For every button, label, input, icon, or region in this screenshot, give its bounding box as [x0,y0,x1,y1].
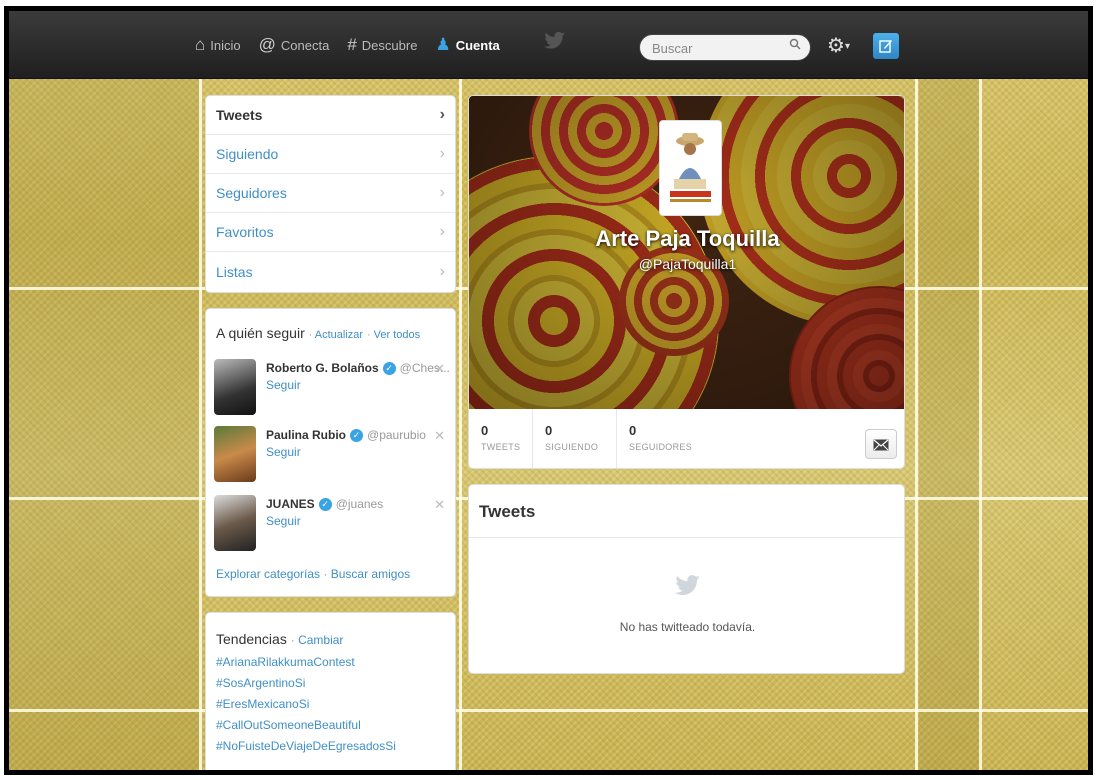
trends-header: Tendencias · Cambiar [216,631,344,647]
menu-item-label: Siguiendo [216,146,279,162]
user-icon: ♟ [435,35,451,54]
menu-item-label: Favoritos [216,224,274,240]
profile-banner-image: Arte Paja Toquilla @PajaToquilla1 [469,96,904,409]
home-icon: ⌂ [195,35,206,54]
who-to-follow-footer: Explorar categorías · Buscar amigos [216,567,411,581]
stat-value: 0 [545,423,553,438]
profile-handle: @PajaToquilla1 [638,256,737,272]
find-friends-link[interactable]: Buscar amigos [331,567,410,581]
trend-item[interactable]: #EresMexicanoSi [206,695,455,716]
suggestion-item: Paulina Rubio ✓ @paurubio Seguir ✕ [214,426,449,486]
change-trends-link[interactable]: Cambiar [298,633,343,647]
menu-item-siguiendo[interactable]: Siguiendo › [206,135,455,174]
verified-icon: ✓ [318,498,332,512]
chevron-right-icon: › [439,184,445,201]
menu-item-tweets[interactable]: Tweets › [206,96,455,135]
twitter-bird-icon [469,573,906,604]
profile-stats: 0 TWEETS 0 SIGUIENDO 0 SEGUIDORES [469,409,904,468]
chevron-right-icon: › [439,145,445,162]
tweets-timeline: Tweets No has twitteado todavía. [468,484,905,674]
trends-title: Tendencias [216,631,287,647]
nav-label: Conecta [280,37,330,53]
suggestion-handle: @paurubio [367,428,426,442]
who-to-follow-module: A quién seguir · Actualizar · Ver todos … [205,308,456,597]
dismiss-icon[interactable]: ✕ [434,428,445,444]
suggestion-item: JUANES ✓ @juanes Seguir ✕ [214,495,449,555]
profile-header-card: Arte Paja Toquilla @PajaToquilla1 0 TWEE… [468,95,905,469]
profile-name: Arte Paja Toquilla [595,226,780,251]
dismiss-icon[interactable]: ✕ [434,497,445,513]
nav-label: Cuenta [455,37,500,53]
menu-item-favoritos[interactable]: Favoritos › [206,213,455,252]
avatar[interactable] [214,359,256,415]
follow-button[interactable]: Seguir [266,514,301,528]
stat-label: TWEETS [481,442,521,452]
trend-item[interactable]: #SosArgentinoSi [206,674,455,695]
nav-cuenta[interactable]: ♟ Cuenta [435,35,499,55]
verified-icon: ✓ [350,429,364,443]
trends-module: Tendencias · Cambiar #ArianaRilakkumaCon… [205,612,456,770]
compose-tweet-button[interactable] [873,33,899,59]
profile-menu: Tweets › Siguiendo › Seguidores › Favori… [205,95,456,293]
screenshot-frame: ⌂ Inicio @ Conecta # Descubre ♟ Cuenta B… [4,6,1093,775]
avatar[interactable] [214,495,256,551]
profile-avatar[interactable] [659,120,722,216]
direct-message-button[interactable] [865,429,897,459]
nav-label: Descubre [361,37,418,53]
stat-label: SIGUIENDO [545,442,599,452]
trend-item[interactable]: #NoFuisteDeViajeDeEgresadosSi [206,737,455,758]
verified-icon: ✓ [382,362,396,376]
nav-descubre[interactable]: # Descubre [347,35,417,55]
stat-followers[interactable]: 0 SEGUIDORES [629,423,692,452]
suggestion-item: Roberto G. Bolaños ✓ @Ches... Seguir ✕ [214,359,450,419]
gear-icon[interactable]: ⚙▾ [827,33,850,58]
stat-value: 0 [629,423,637,438]
search-icon[interactable] [789,38,801,53]
stat-following[interactable]: 0 SIGUIENDO [545,423,598,452]
avatar[interactable] [214,426,256,482]
menu-item-seguidores[interactable]: Seguidores › [206,174,455,213]
search-input[interactable]: Buscar [639,34,811,61]
at-icon: @ [258,35,276,54]
chevron-right-icon: › [439,106,445,123]
who-to-follow-header: A quién seguir · Actualizar · Ver todos [216,325,421,341]
view-all-link[interactable]: Ver todos [374,329,420,341]
dismiss-icon[interactable]: ✕ [434,361,445,377]
timeline-title: Tweets [469,485,904,538]
nav-label: Inicio [210,37,241,53]
top-navigation-bar: ⌂ Inicio @ Conecta # Descubre ♟ Cuenta B… [9,11,1088,79]
nav-conecta[interactable]: @ Conecta [259,35,330,55]
trend-item[interactable]: #ArianaRilakkumaContest [206,653,455,674]
who-to-follow-title: A quién seguir [216,325,305,341]
chevron-right-icon: › [439,223,445,240]
stat-value: 0 [481,423,489,438]
suggestion-name[interactable]: JUANES [266,497,315,511]
nav-inicio[interactable]: ⌂ Inicio [195,35,241,55]
envelope-icon [873,439,889,451]
trend-item[interactable]: #CallOutSomeoneBeautiful [206,716,455,737]
menu-item-label: Seguidores [216,185,287,201]
twitter-bird-icon[interactable] [544,31,566,57]
suggestion-name[interactable]: Paulina Rubio [266,428,346,442]
suggestion-name[interactable]: Roberto G. Bolaños [266,361,379,375]
suggestion-handle: @juanes [335,497,384,511]
menu-item-listas[interactable]: Listas › [206,252,455,291]
explore-categories-link[interactable]: Explorar categorías [216,567,320,581]
menu-item-label: Tweets [216,107,263,123]
menu-item-label: Listas [216,263,253,280]
stat-tweets[interactable]: 0 TWEETS [481,423,520,452]
follow-button[interactable]: Seguir [266,445,301,459]
empty-timeline-message: No has twitteado todavía. [619,620,756,634]
stat-label: SEGUIDORES [629,442,693,452]
follow-button[interactable]: Seguir [266,378,301,392]
refresh-link[interactable]: Actualizar [315,329,363,341]
main-nav: ⌂ Inicio @ Conecta # Descubre ♟ Cuenta [195,31,518,59]
chevron-right-icon: › [439,262,445,280]
hash-icon: # [347,35,357,54]
